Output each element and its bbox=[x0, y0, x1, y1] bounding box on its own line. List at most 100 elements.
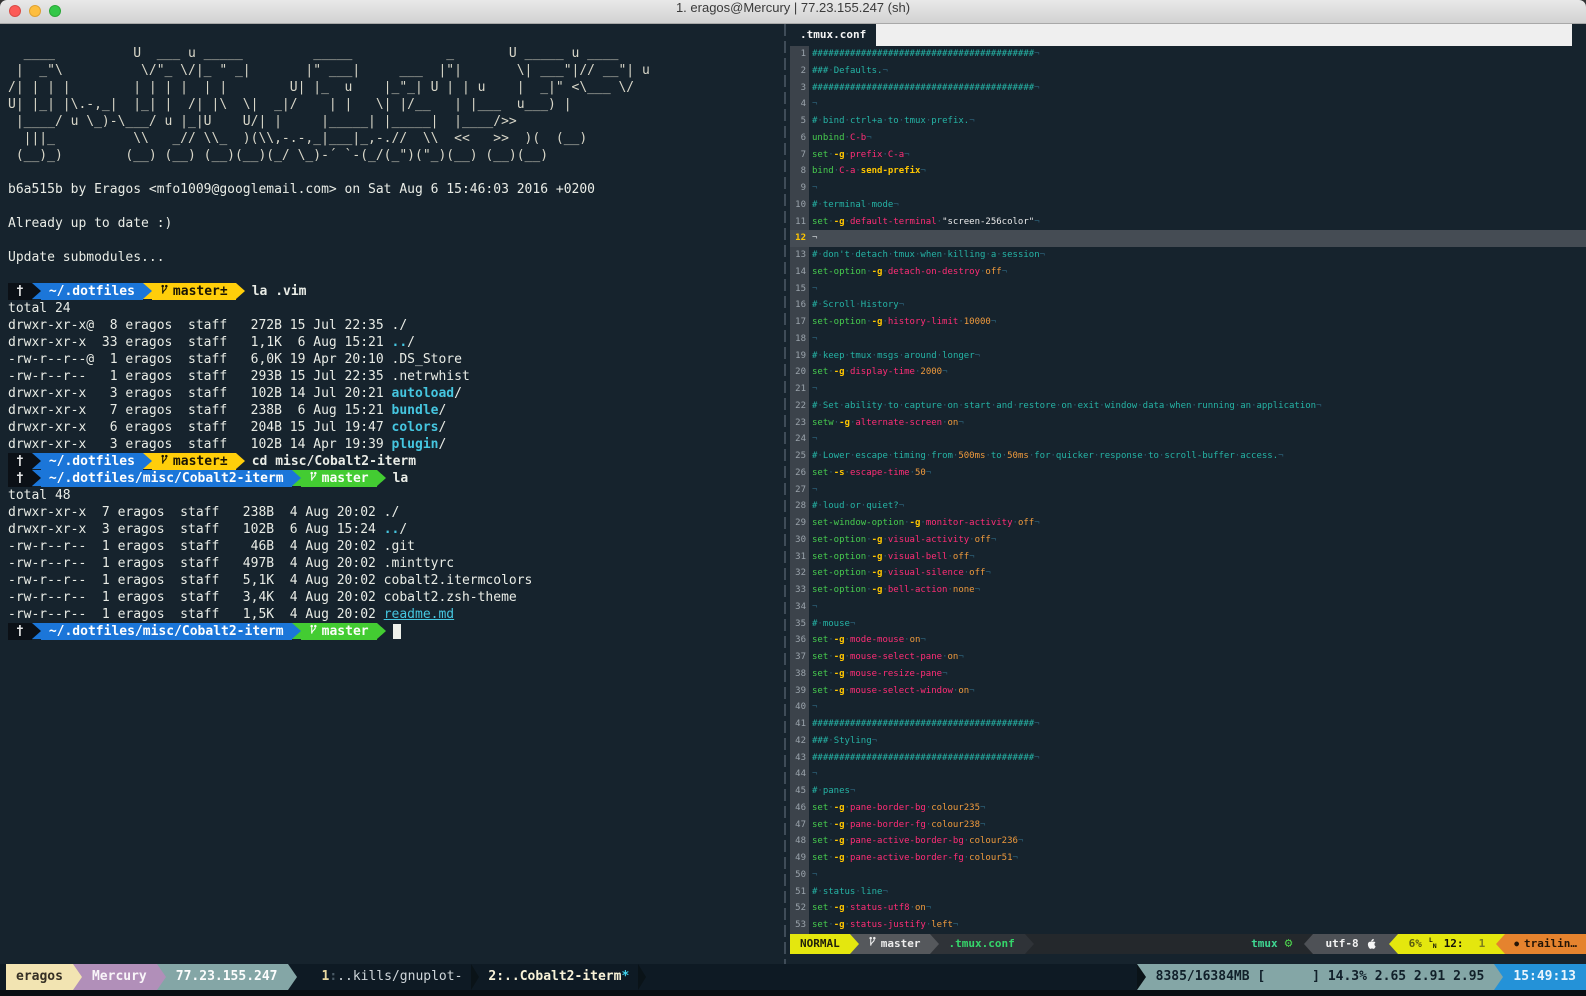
shell-cursor[interactable] bbox=[393, 624, 401, 639]
vim-line-43[interactable]: 43######################################… bbox=[790, 750, 1586, 767]
vim-tab-tmux-conf[interactable]: .tmux.conf bbox=[790, 24, 876, 46]
vim-line-13[interactable]: 13#·don't·detach·tmux·when·killing·a·ses… bbox=[790, 247, 1586, 264]
vim-line-28[interactable]: 28#·loud·or·quiet?¬ bbox=[790, 498, 1586, 515]
statusline-encoding: utf-8 bbox=[1313, 934, 1388, 954]
vim-line-50[interactable]: 50¬ bbox=[790, 867, 1586, 884]
branch-icon bbox=[868, 936, 877, 949]
vim-line-25[interactable]: 25#·Lower·escape·timing·from·500ms·to·50… bbox=[790, 448, 1586, 465]
vim-line-48[interactable]: 48set·-g·pane-active-border-bg·colour236… bbox=[790, 833, 1586, 850]
vim-line-35[interactable]: 35#·mouse¬ bbox=[790, 616, 1586, 633]
vim-line-51[interactable]: 51#·status·line¬ bbox=[790, 884, 1586, 901]
vim-line-22[interactable]: 22#·Set·ability·to·capture·on·start·and·… bbox=[790, 398, 1586, 415]
vim-line-2[interactable]: 2###·Defaults.¬ bbox=[790, 63, 1586, 80]
vim-line-27[interactable]: 27¬ bbox=[790, 482, 1586, 499]
vim-line-49[interactable]: 49set·-g·pane-active-border-fg·colour51¬ bbox=[790, 850, 1586, 867]
terminal-line: drwxr-xr-x 3 eragos staff 102B 14 Apr 19… bbox=[8, 436, 780, 453]
vim-line-1[interactable]: 1#######################################… bbox=[790, 46, 1586, 63]
separator-arrow bbox=[157, 964, 166, 990]
vim-line-52[interactable]: 52set·-g·status-utf8·on¬ bbox=[790, 900, 1586, 917]
vim-line-19[interactable]: 19#·keep·tmux·msgs·around·longer¬ bbox=[790, 348, 1586, 365]
vim-line-53[interactable]: 53set·-g·status-justify·left¬ bbox=[790, 917, 1586, 934]
vim-line-20[interactable]: 20set·-g·display-time·2000¬ bbox=[790, 364, 1586, 381]
vim-line-16[interactable]: 16#·Scroll·History¬ bbox=[790, 297, 1586, 314]
tmux-window-list: 1:..kills/gnuplot- 2:..Cobalt2-iterm* bbox=[313, 964, 647, 990]
prompt-git-segment: master bbox=[301, 470, 377, 487]
vim-line-41[interactable]: 41######################################… bbox=[790, 716, 1586, 733]
vim-line-9[interactable]: 9¬ bbox=[790, 180, 1586, 197]
shell-command: la .vim bbox=[252, 284, 307, 299]
window-title: 1. eragos@Mercury | 77.23.155.247 (sh) bbox=[0, 0, 1586, 15]
vim-line-38[interactable]: 38set·-g·mouse-resize-pane¬ bbox=[790, 666, 1586, 683]
vim-line-7[interactable]: 7set·-g·prefix·C-a¬ bbox=[790, 147, 1586, 164]
vim-line-17[interactable]: 17set-option·-g·history-limit·10000¬ bbox=[790, 314, 1586, 331]
vim-line-47[interactable]: 47set·-g·pane-border-fg·colour238¬ bbox=[790, 817, 1586, 834]
close-button[interactable] bbox=[9, 5, 21, 17]
window-separator-icon bbox=[638, 964, 646, 990]
vim-line-12[interactable]: 12¬ bbox=[790, 230, 1586, 247]
zoom-button[interactable] bbox=[49, 5, 61, 17]
vim-line-23[interactable]: 23setw·-g·alternate-screen·on¬ bbox=[790, 415, 1586, 432]
vim-line-40[interactable]: 40¬ bbox=[790, 699, 1586, 716]
tmux-window-2-active[interactable]: 2:..Cobalt2-iterm* bbox=[479, 964, 638, 990]
minimize-button[interactable] bbox=[29, 5, 41, 17]
statusline-git-branch: master bbox=[859, 934, 930, 954]
terminal-line: Already up to date :) bbox=[8, 215, 780, 232]
terminal-line bbox=[8, 232, 780, 249]
vim-line-46[interactable]: 46set·-g·pane-border-bg·colour235¬ bbox=[790, 800, 1586, 817]
line-number: 14 bbox=[790, 264, 809, 281]
line-number: 50 bbox=[790, 867, 809, 884]
separator-arrow bbox=[1137, 964, 1146, 990]
vim-line-37[interactable]: 37set·-g·mouse-select-pane·on¬ bbox=[790, 649, 1586, 666]
terminal-line bbox=[8, 28, 780, 45]
window-bottom-edge bbox=[0, 990, 1586, 996]
vim-line-18[interactable]: 18¬ bbox=[790, 331, 1586, 348]
separator-arrow bbox=[292, 623, 301, 639]
vim-line-30[interactable]: 30set-option·-g·visual-activity·off¬ bbox=[790, 532, 1586, 549]
line-number: 40 bbox=[790, 699, 809, 716]
vim-line-15[interactable]: 15¬ bbox=[790, 281, 1586, 298]
vim-line-31[interactable]: 31set-option·-g·visual-bell·off¬ bbox=[790, 549, 1586, 566]
vim-line-8[interactable]: 8bind·C-a·send-prefix¬ bbox=[790, 163, 1586, 180]
left-shell-pane[interactable]: ____ U ___ u _____ _____ _ U _____ u ___… bbox=[0, 24, 780, 964]
vim-line-44[interactable]: 44¬ bbox=[790, 766, 1586, 783]
vim-line-5[interactable]: 5#·bind·ctrl+a·to·tmux·prefix.¬ bbox=[790, 113, 1586, 130]
vim-line-14[interactable]: 14set-option·-g·detach-on-destroy·off¬ bbox=[790, 264, 1586, 281]
vim-line-33[interactable]: 33set-option·-g·bell-action·none¬ bbox=[790, 582, 1586, 599]
pane-separator[interactable] bbox=[780, 24, 790, 964]
vim-line-42[interactable]: 42###·Styling¬ bbox=[790, 733, 1586, 750]
vim-line-6[interactable]: 6unbind·C-b¬ bbox=[790, 130, 1586, 147]
vim-line-10[interactable]: 10#·terminal·mode¬ bbox=[790, 197, 1586, 214]
terminal-line: drwxr-xr-x 33 eragos staff 1,1K 6 Aug 15… bbox=[8, 334, 780, 351]
right-vim-pane[interactable]: .tmux.conf 1############################… bbox=[790, 24, 1586, 964]
line-number: 33 bbox=[790, 582, 809, 599]
tmux-statusbar: eragos Mercury 77.23.155.247 1:..kills/g… bbox=[0, 964, 1586, 990]
separator-arrow bbox=[32, 453, 41, 469]
line-number: 51 bbox=[790, 884, 809, 901]
vim-statusline: NORMAL master .tmux.conf tmux ⚙ utf-8 6% bbox=[790, 934, 1586, 954]
terminal-line: |____/ u \_)-\___/ u |_|U U/| | |_____| … bbox=[8, 113, 780, 130]
line-number: 4 bbox=[790, 96, 809, 113]
tmux-window-1[interactable]: 1:..kills/gnuplot- bbox=[313, 964, 472, 990]
line-number: 9 bbox=[790, 180, 809, 197]
terminal-line: -rw-r--r-- 1 eragos staff 293B 15 Jul 22… bbox=[8, 368, 780, 385]
vim-line-4[interactable]: 4¬ bbox=[790, 96, 1586, 113]
vim-line-39[interactable]: 39set·-g·mouse-select-window·on¬ bbox=[790, 683, 1586, 700]
vim-line-26[interactable]: 26set·-s·escape-time·50¬ bbox=[790, 465, 1586, 482]
tabline-end bbox=[1572, 24, 1586, 46]
vim-line-21[interactable]: 21¬ bbox=[790, 381, 1586, 398]
vim-line-29[interactable]: 29set-window-option·-g·monitor-activity·… bbox=[790, 515, 1586, 532]
tmux-ip-address: 77.23.155.247 bbox=[166, 964, 288, 990]
vim-line-36[interactable]: 36set·-g·mode-mouse·on¬ bbox=[790, 632, 1586, 649]
vim-line-34[interactable]: 34¬ bbox=[790, 599, 1586, 616]
terminal-line: -rw-r--r--@ 1 eragos staff 6,0K 19 Apr 2… bbox=[8, 351, 780, 368]
shell-prompt-line: †~/.dotfiles/misc/Cobalt2-itermmaster bbox=[8, 623, 780, 640]
prompt-status-segment: † bbox=[8, 623, 32, 640]
titlebar[interactable]: 1. eragos@Mercury | 77.23.155.247 (sh) bbox=[0, 0, 1586, 24]
vim-line-11[interactable]: 11set·-g·default-terminal·"screen-256col… bbox=[790, 214, 1586, 231]
vim-line-32[interactable]: 32set-option·-g·visual-silence·off¬ bbox=[790, 565, 1586, 582]
branch-icon bbox=[160, 454, 169, 467]
vim-line-3[interactable]: 3#######################################… bbox=[790, 80, 1586, 97]
vim-line-45[interactable]: 45#·panes¬ bbox=[790, 783, 1586, 800]
vim-line-24[interactable]: 24¬ bbox=[790, 431, 1586, 448]
prompt-path-segment: ~/.dotfiles bbox=[41, 453, 143, 470]
